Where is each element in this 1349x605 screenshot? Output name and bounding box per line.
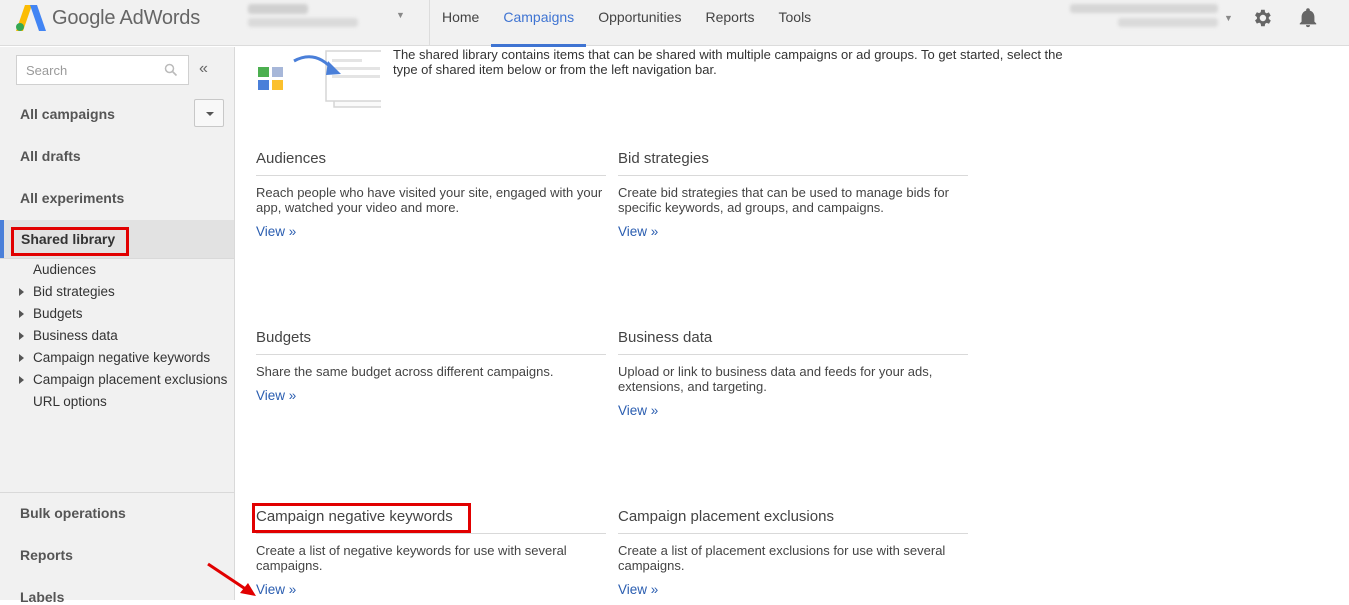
- card-description: Share the same budget across different c…: [256, 364, 554, 379]
- search-icon[interactable]: [164, 63, 178, 77]
- view-budgets-link[interactable]: View »: [256, 388, 296, 403]
- card-description: Create bid strategies that can be used t…: [618, 185, 949, 215]
- top-bar: Google AdWords ▼ Home Campaigns Opportun…: [0, 0, 1349, 47]
- card-campaign-placement-exclusions: Campaign placement exclusions Create a l…: [618, 504, 968, 597]
- highlight-box-shared-library: [11, 227, 129, 256]
- account-menu-chevron-icon[interactable]: ▼: [1224, 13, 1233, 23]
- account-name-redacted: [248, 4, 308, 14]
- shared-library-subnav: Audiences Bid strategies Budgets Busines…: [0, 258, 234, 493]
- adwords-logo-icon: [16, 5, 46, 31]
- card-title: Budgets: [256, 325, 606, 355]
- subnav-campaign-placement-exclusions[interactable]: Campaign placement exclusions: [33, 372, 227, 387]
- expand-triangle-icon[interactable]: [19, 288, 24, 296]
- red-arrow-annotation: [207, 562, 256, 596]
- highlight-box-negative-keywords: [252, 503, 471, 533]
- nav-home[interactable]: Home: [430, 0, 491, 46]
- card-budgets: Budgets Share the same budget across dif…: [256, 325, 606, 403]
- expand-triangle-icon[interactable]: [19, 354, 24, 362]
- account-id-redacted: [248, 18, 358, 27]
- sidebar-labels[interactable]: Labels: [20, 589, 64, 605]
- view-bid-strategies-link[interactable]: View »: [618, 224, 658, 239]
- card-title: Business data: [618, 325, 968, 355]
- nav-opportunities[interactable]: Opportunities: [586, 0, 693, 46]
- nav-tools[interactable]: Tools: [767, 0, 824, 46]
- card-description: Create a list of negative keywords for u…: [256, 543, 567, 573]
- view-audiences-link[interactable]: View »: [256, 224, 296, 239]
- manager-email-redacted: [1118, 18, 1218, 27]
- card-business-data: Business data Upload or link to business…: [618, 325, 968, 418]
- adwords-logo[interactable]: Google AdWords: [16, 4, 200, 32]
- sidebar-all-experiments[interactable]: All experiments: [20, 190, 124, 206]
- logo-text: Google AdWords: [52, 6, 201, 29]
- card-title: Bid strategies: [618, 146, 968, 176]
- subnav-url-options[interactable]: URL options: [33, 394, 107, 409]
- account-selector[interactable]: ▼: [248, 4, 408, 32]
- card-bid-strategies: Bid strategies Create bid strategies tha…: [618, 146, 968, 239]
- collapse-sidebar-button[interactable]: «: [199, 60, 208, 78]
- sidebar-bulk-operations[interactable]: Bulk operations: [20, 505, 126, 521]
- shared-library-illustration: [258, 50, 381, 108]
- sidebar-reports[interactable]: Reports: [20, 547, 73, 563]
- sidebar-all-drafts[interactable]: All drafts: [20, 148, 81, 164]
- subnav-bid-strategies[interactable]: Bid strategies: [33, 284, 115, 299]
- card-title: Campaign placement exclusions: [618, 504, 968, 534]
- subnav-budgets[interactable]: Budgets: [33, 306, 83, 321]
- gear-icon[interactable]: [1251, 7, 1273, 29]
- subnav-business-data[interactable]: Business data: [33, 328, 118, 343]
- bell-icon[interactable]: [1297, 7, 1319, 29]
- card-description: Reach people who have visited your site,…: [256, 185, 603, 215]
- subnav-audiences[interactable]: Audiences: [33, 262, 96, 277]
- expand-triangle-icon[interactable]: [19, 332, 24, 340]
- subnav-campaign-negative-keywords[interactable]: Campaign negative keywords: [33, 350, 210, 365]
- nav-reports[interactable]: Reports: [693, 0, 766, 46]
- campaigns-dropdown-button[interactable]: [194, 99, 224, 127]
- main-content: The shared library contains items that c…: [236, 47, 1349, 600]
- view-business-data-link[interactable]: View »: [618, 403, 658, 418]
- card-title: Audiences: [256, 146, 606, 176]
- manager-account-info[interactable]: [1068, 4, 1218, 32]
- card-description: Upload or link to business data and feed…: [618, 364, 933, 394]
- view-campaign-negative-keywords-link[interactable]: View »: [256, 582, 296, 597]
- card-audiences: Audiences Reach people who have visited …: [256, 146, 606, 239]
- manager-id-redacted: [1070, 4, 1218, 13]
- search-input[interactable]: [17, 56, 157, 84]
- nav-campaigns[interactable]: Campaigns: [491, 0, 587, 47]
- sidebar: « All campaigns All drafts All experimen…: [0, 47, 235, 605]
- search-box: [16, 55, 189, 85]
- card-description: Create a list of placement exclusions fo…: [618, 543, 946, 573]
- intro-text: The shared library contains items that c…: [393, 47, 1063, 77]
- main-nav: Home Campaigns Opportunities Reports Too…: [430, 0, 824, 47]
- expand-triangle-icon[interactable]: [19, 376, 24, 384]
- sidebar-all-campaigns[interactable]: All campaigns: [20, 106, 115, 122]
- chevron-down-icon: ▼: [396, 10, 405, 20]
- expand-triangle-icon[interactable]: [19, 310, 24, 318]
- view-campaign-placement-exclusions-link[interactable]: View »: [618, 582, 658, 597]
